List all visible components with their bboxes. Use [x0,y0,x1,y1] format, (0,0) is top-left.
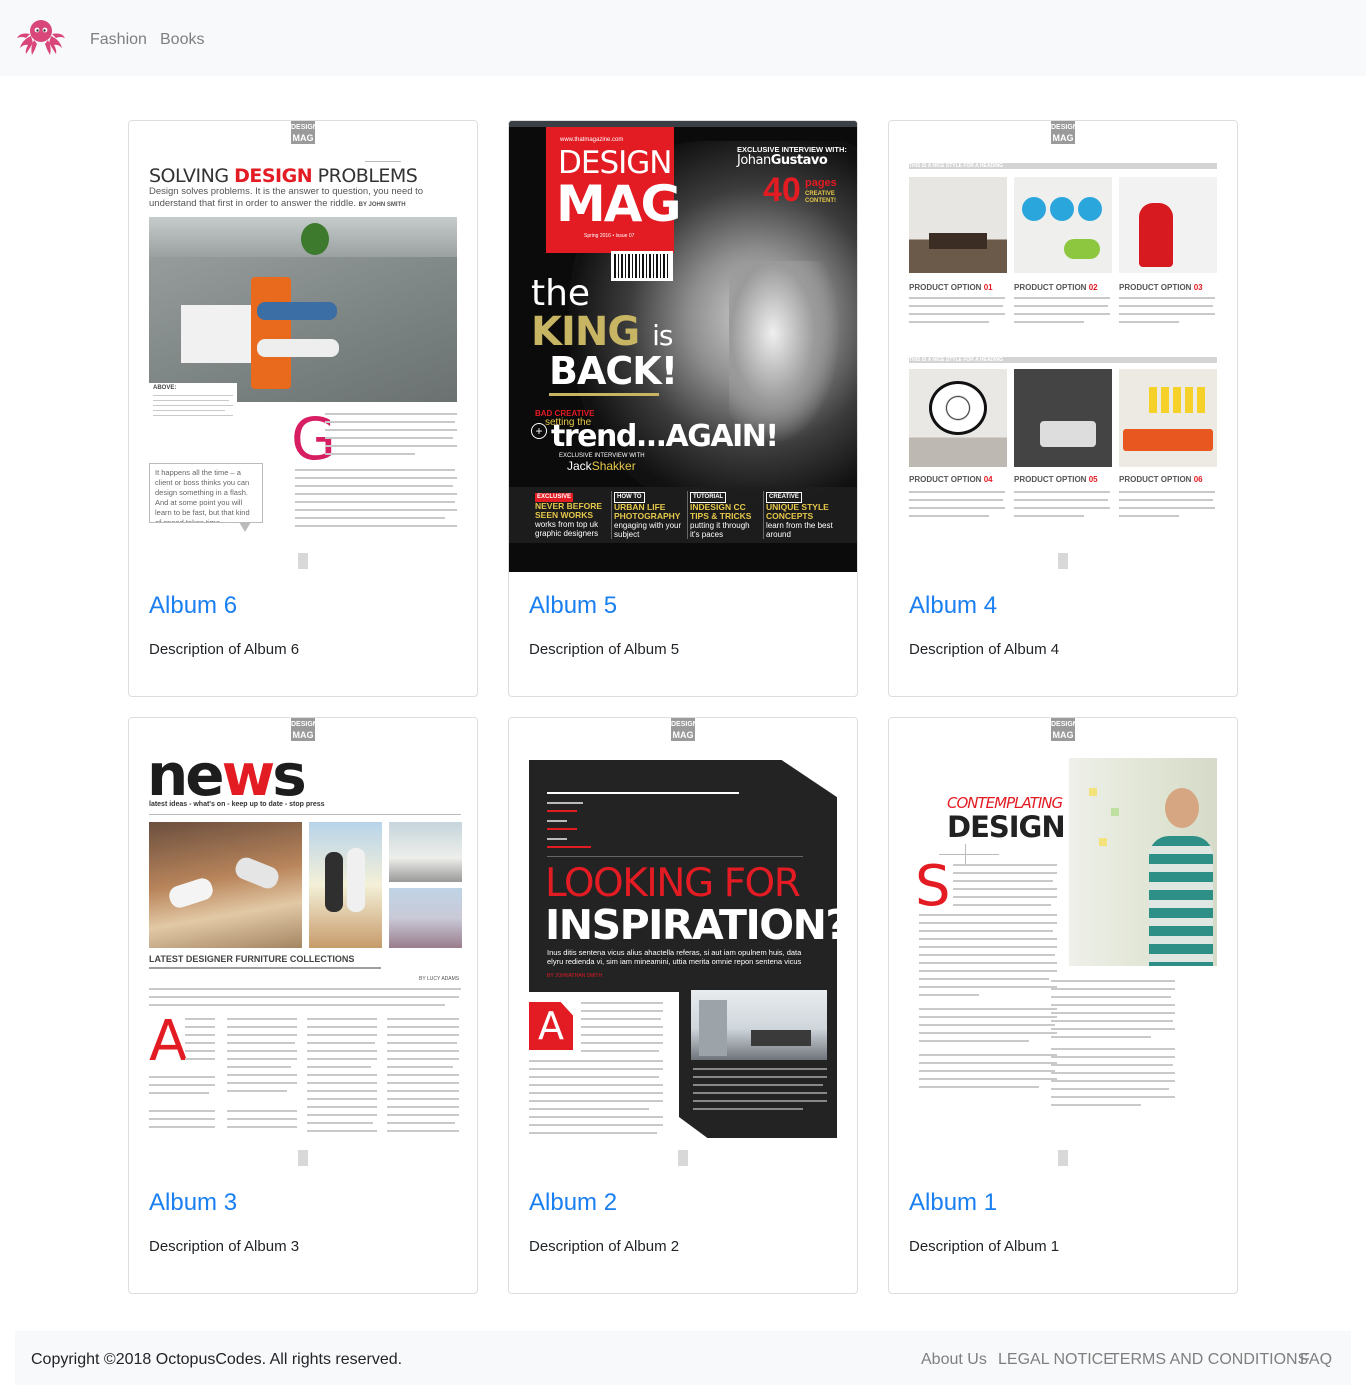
product-label-05: PRODUCT OPTION 05 [1014,475,1098,484]
product-label-06: PRODUCT OPTION 06 [1119,475,1203,484]
album-cover-5[interactable]: www.thatmagazine.com DESIGN MAG Spring 2… [509,121,857,572]
navbar: Fashion Books [0,0,1366,76]
photo-couple [309,822,382,948]
cover-drop-cap: S [915,854,951,919]
album-description-5: Description of Album 5 [529,641,680,658]
cover-body-text [295,413,457,535]
product-image-06 [1119,369,1217,467]
octopus-logo-icon[interactable] [16,18,66,56]
album-card-6[interactable]: DESIGN MAG SOLVING DESIGN PROBLEMS Design… [128,120,478,697]
mag-tag: DESIGN MAG [1051,718,1078,741]
cover-caption: ABOVE: [149,383,237,443]
album-cover-4[interactable]: DESIGN MAG THIS IS A NICE STYLE FOR A HEA… [889,121,1237,572]
product-image-05 [1014,369,1112,467]
footer-link-about-us[interactable]: About Us [921,1350,987,1370]
copyright-text: Copyright ©2018 OctopusCodes. All rights… [31,1351,403,1368]
bottom-col-1: EXCLUSIVE NEVER BEFORE SEEN WORKS works … [535,493,603,538]
photo-field [389,888,462,948]
mag-tag: DESIGN MAG [291,718,318,741]
cover-intro: Design solves problems. It is the answer… [149,186,424,209]
masthead-box: www.thatmagazine.com DESIGN MAG Spring 2… [546,127,681,253]
product-label-01: PRODUCT OPTION 01 [909,283,993,292]
album-card-3[interactable]: DESIGN MAG news latest ideas - what's on … [128,717,478,1294]
page-number [678,1150,688,1166]
album-title-1[interactable]: Album 1 [909,1188,997,1218]
cover-headline-2: INSPIRATION? [545,901,849,949]
product-image-02 [1014,177,1112,273]
album-description-1: Description of Album 1 [909,1238,1060,1255]
album-card-2[interactable]: DESIGN MAG LOOKING FOR INSPIRATION? Inus … [508,717,858,1294]
heading-bar-1: THIS IS A NICE STYLE FOR A HEADING [909,163,1217,169]
album-title-3[interactable]: Album 3 [149,1188,237,1218]
cover-drop-cap-box: A [529,1002,573,1050]
album-card-1[interactable]: DESIGN MAG CONTEMPLATING DESIGN S Album 1… [888,717,1238,1294]
album-card-5[interactable]: www.thatmagazine.com DESIGN MAG Spring 2… [508,120,858,697]
photo-sneakers [149,822,302,948]
cover-news-title: news [147,741,307,809]
album-cover-6[interactable]: DESIGN MAG SOLVING DESIGN PROBLEMS Design… [129,121,477,572]
page-number [1058,553,1068,569]
cover-headline-1: LOOKING FOR [545,861,801,906]
album-card-4[interactable]: DESIGN MAG THIS IS A NICE STYLE FOR A HEA… [888,120,1238,697]
product-image-03 [1119,177,1217,273]
product-image-04 [909,369,1007,467]
product-image-01 [909,177,1007,273]
page-number [298,1150,308,1166]
bottom-col-4: CREATIVE UNIQUE STYLE CONCEPTS learn fro… [763,491,835,539]
footer-link-faq[interactable]: FAQ [1300,1350,1332,1370]
mag-tag: DESIGN MAG [1051,121,1078,144]
product-label-04: PRODUCT OPTION 04 [909,475,993,484]
product-label-02: PRODUCT OPTION 02 [1014,283,1098,292]
cover-intro: Inus ditis sentena vicus alius ahactella… [547,948,802,966]
cover-headline-2: DESIGN [947,810,1066,844]
heading-bar-2: THIS IS A NICE STYLE FOR A HEADING [909,357,1217,363]
album-description-2: Description of Album 2 [529,1238,680,1255]
album-description-3: Description of Album 3 [149,1238,300,1255]
album-title-2[interactable]: Album 2 [529,1188,617,1218]
page-number [298,553,308,569]
barcode-icon [611,251,673,281]
photo-yoga [389,822,462,882]
album-title-4[interactable]: Album 4 [909,591,997,621]
nav-link-fashion[interactable]: Fashion [90,30,147,50]
page-number [1058,1150,1068,1166]
footer: Copyright ©2018 OctopusCodes. All rights… [15,1331,1351,1385]
album-description-6: Description of Album 6 [149,641,300,658]
bottom-col-3: TUTORIAL INDESIGN CC TIPS & TRICKS putti… [687,491,759,539]
album-description-4: Description of Album 4 [909,641,1060,658]
footer-link-legal-notice[interactable]: LEGAL NOTICE [998,1350,1114,1370]
album-title-5[interactable]: Album 5 [529,591,617,621]
cover-tagline: latest ideas - what's on - keep up to da… [149,801,325,808]
cover-headline: SOLVING DESIGN PROBLEMS [149,165,418,187]
photo-designer [1069,758,1217,966]
cover-section-title: LATEST DESIGNER FURNITURE COLLECTIONS [149,954,355,964]
footer-link-terms-and-conditions[interactable]: TERMS AND CONDITIONS [1110,1350,1308,1370]
bottom-col-2: HOW TO URBAN LIFE PHOTOGRAPHY engaging w… [611,491,683,539]
mag-tag: DESIGN MAG [671,718,698,741]
photo-kitchen [691,990,827,1060]
album-title-6[interactable]: Album 6 [149,591,237,621]
cover-photo-office [149,217,457,402]
album-cover-3[interactable]: DESIGN MAG news latest ideas - what's on … [129,718,477,1169]
nav-link-books[interactable]: Books [160,30,204,50]
mag-tag: DESIGN MAG [291,121,318,144]
album-cover-2[interactable]: DESIGN MAG LOOKING FOR INSPIRATION? Inus … [509,718,857,1169]
cover-quote-box: It happens all the time – a client or bo… [149,463,263,523]
album-cover-1[interactable]: DESIGN MAG CONTEMPLATING DESIGN S [889,718,1237,1169]
cover-drop-cap: A [149,1009,188,1074]
product-label-03: PRODUCT OPTION 03 [1119,283,1203,292]
